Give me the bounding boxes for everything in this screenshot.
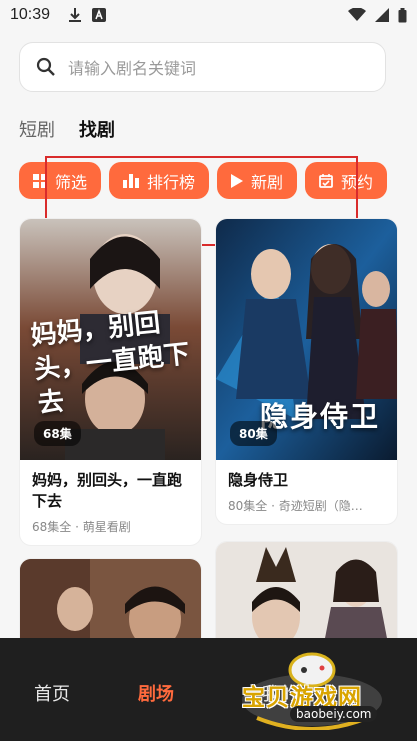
calendar-icon <box>319 173 333 188</box>
nav-home[interactable]: 首页 <box>34 680 70 706</box>
drama-poster: 妈妈，别回头，一直跑下去 68集 <box>20 219 201 460</box>
app-a-icon <box>92 8 107 22</box>
search-icon <box>36 57 55 76</box>
poster-title-text: 隐身侍卫 <box>260 400 381 433</box>
drama-poster: 隐身侍卫 80集 <box>216 219 397 460</box>
status-bar: 10:39 <box>0 0 417 30</box>
status-time: 10:39 <box>10 6 51 23</box>
grid-icon <box>33 173 47 188</box>
bar-chart-icon <box>123 173 140 188</box>
search-bar[interactable]: 请输入剧名关键词 <box>19 42 386 92</box>
chip-ranking[interactable]: 排行榜 <box>109 162 210 199</box>
drama-title: 隐身侍卫 <box>228 471 289 489</box>
battery-icon <box>398 7 407 22</box>
wifi-icon <box>348 8 366 21</box>
app-screen: 10:39 请输入剧名关键词 短剧 找剧 筛选 排行榜 新剧 预约 妈妈，别回头… <box>0 0 417 741</box>
download-icon <box>69 8 82 22</box>
chip-filter[interactable]: 筛选 <box>19 162 102 199</box>
chip-new[interactable]: 新剧 <box>217 162 298 199</box>
top-tabs: 短剧 找剧 <box>19 116 115 142</box>
chip-reserve-label: 预约 <box>341 172 374 192</box>
drama-meta: 80集全 · 奇迹短剧（隐… <box>228 499 363 513</box>
play-icon <box>231 173 244 188</box>
filter-chips: 筛选 排行榜 新剧 预约 <box>19 162 388 199</box>
watermark-url: baobeiy.com <box>290 706 378 722</box>
episode-count-badge: 80集 <box>230 421 277 446</box>
episode-count-badge: 68集 <box>34 421 81 446</box>
drama-card[interactable]: 隐身侍卫 80集 隐身侍卫 80集全 · 奇迹短剧（隐… <box>215 218 398 525</box>
chip-new-label: 新剧 <box>251 172 284 192</box>
nav-theater[interactable]: 剧场 <box>138 680 174 706</box>
poster-title-text: 妈妈，别回头，一直跑下去 <box>29 308 192 420</box>
chip-ranking-label: 排行榜 <box>147 172 196 192</box>
drama-card[interactable]: 妈妈，别回头，一直跑下去 68集 妈妈，别回头，一直跑下去 68集全 · 萌星看… <box>19 218 202 546</box>
search-placeholder: 请输入剧名关键词 <box>68 59 197 78</box>
tab-short-drama[interactable]: 短剧 <box>19 116 55 142</box>
drama-meta: 68集全 · 萌星看剧 <box>32 520 131 534</box>
signal-icon <box>375 8 389 22</box>
tab-find-drama[interactable]: 找剧 <box>79 116 115 142</box>
watermark-logo: 宝贝游戏网 baobeiy.com <box>232 648 392 730</box>
chip-reserve[interactable]: 预约 <box>305 162 388 199</box>
chip-filter-label: 筛选 <box>55 172 88 192</box>
drama-title: 妈妈，别回头，一直跑下去 <box>32 471 183 510</box>
